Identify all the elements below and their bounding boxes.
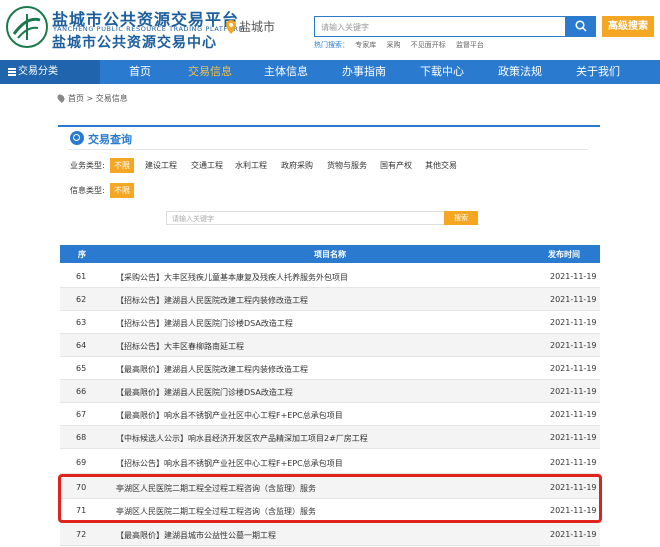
nav-item-about[interactable]: 关于我们: [566, 60, 630, 84]
hot-search-link[interactable]: 监督平台: [456, 41, 484, 49]
site-logo[interactable]: [6, 6, 48, 48]
row-number: 72: [76, 530, 87, 539]
row-date: 2021-11-19: [550, 295, 597, 304]
row-title-link[interactable]: 【中标候选人公示】响水县经济开发区农产品精深加工项目2#厂房工程: [116, 433, 368, 444]
advanced-search-button[interactable]: 高级搜索: [602, 16, 654, 37]
category-menu-button[interactable]: 交易分类: [0, 60, 100, 84]
hot-search-link[interactable]: 专家库: [355, 41, 376, 49]
business-type-option-any[interactable]: 不限: [110, 158, 134, 173]
menu-icon: [8, 68, 16, 76]
main-nav: 交易分类 首页 交易信息 主体信息 办事指南 下载中心 政策法规 关于我们: [0, 60, 660, 84]
keyword-search-button[interactable]: 搜索: [444, 211, 478, 225]
business-type-label: 业务类型:: [70, 161, 105, 170]
table-row[interactable]: 65 【最高限价】建湖县人民医院改建工程内装修改造工程 2021-11-19: [60, 357, 600, 380]
nav-item-policies[interactable]: 政策法规: [488, 60, 552, 84]
table-row[interactable]: 61 【采购公告】大丰区残疾儿童基本康复及残疾人托养服务外包项目 2021-11…: [60, 265, 600, 288]
row-date: 2021-11-19: [550, 364, 597, 373]
info-type-label: 信息类型:: [70, 186, 105, 195]
table-row[interactable]: 72 【最高限价】建湖县城市公益性公墓一期工程 2021-11-19: [60, 523, 600, 546]
header-search-button[interactable]: [566, 16, 596, 37]
row-number: 63: [76, 318, 87, 327]
header-search-input[interactable]: 请输入关键字: [314, 16, 566, 37]
row-date: 2021-11-19: [550, 410, 597, 419]
row-title-link[interactable]: 【采购公告】大丰区残疾儿童基本康复及残疾人托养服务外包项目: [116, 272, 348, 283]
row-number: 69: [76, 458, 87, 467]
breadcrumb-text[interactable]: 首页 > 交易信息: [68, 94, 128, 103]
row-number: 67: [76, 410, 87, 419]
breadcrumb: 首页 > 交易信息: [56, 93, 128, 104]
table-row[interactable]: 63 【招标公告】建湖县人民医院门诊楼DSA改造工程 2021-11-19: [60, 311, 600, 334]
row-number: 61: [76, 272, 87, 281]
nav-item-trading-info[interactable]: 交易信息: [178, 60, 242, 84]
row-number: 64: [76, 341, 87, 350]
location-pin-icon: [226, 20, 236, 34]
hot-search-link[interactable]: 不见面开标: [411, 41, 446, 49]
row-title-link[interactable]: 【招标公告】响水县不锈钢产业社区中心工程F+EPC总承包项目: [116, 458, 343, 469]
business-type-option[interactable]: 其他交易: [425, 160, 457, 171]
keyword-input[interactable]: 请输入关键字: [166, 211, 448, 225]
row-date: 2021-11-19: [550, 318, 597, 327]
hot-search-bar: 热门搜索： 专家库 采购 不见面开标 监督平台: [314, 40, 492, 50]
hot-search-label: 热门搜索：: [314, 41, 349, 49]
table-header: 序 项目名称 发布时间: [60, 245, 600, 263]
business-type-option[interactable]: 政府采购: [281, 160, 313, 171]
nav-item-entity-info[interactable]: 主体信息: [254, 60, 318, 84]
category-menu-label: 交易分类: [18, 66, 58, 77]
search-icon: [575, 20, 587, 32]
nav-item-service-guide[interactable]: 办事指南: [332, 60, 396, 84]
row-number: 66: [76, 387, 87, 396]
row-date: 2021-11-19: [550, 433, 597, 442]
business-type-option[interactable]: 水利工程: [235, 160, 267, 171]
row-title-link[interactable]: 【最高限价】建湖县城市公益性公墓一期工程: [116, 530, 276, 541]
row-number: 65: [76, 364, 87, 373]
business-type-option[interactable]: 交通工程: [191, 160, 223, 171]
site-header: 盐城市公共资源交易平台 YANCHENG PUBLIC RESOURCE TRA…: [0, 0, 660, 60]
query-title: 交易查询: [88, 133, 132, 146]
divider: [68, 149, 588, 150]
business-type-option[interactable]: 货物与服务: [327, 160, 367, 171]
logo-emblem-icon: [12, 14, 41, 40]
row-date: 2021-11-19: [550, 458, 597, 467]
row-date: 2021-11-19: [550, 530, 597, 539]
highlight-box: [58, 474, 602, 523]
row-number: 68: [76, 433, 87, 442]
table-row[interactable]: 69 【招标公告】响水县不锈钢产业社区中心工程F+EPC总承包项目 2021-1…: [60, 451, 600, 474]
location-selector[interactable]: 盐城市: [239, 18, 275, 35]
column-header-date: 发布时间: [548, 250, 580, 259]
business-type-option[interactable]: 建设工程: [145, 160, 177, 171]
magnifier-icon: [70, 131, 84, 145]
row-date: 2021-11-19: [550, 272, 597, 281]
info-type-option-any[interactable]: 不限: [110, 183, 134, 198]
column-header-no: 序: [78, 250, 86, 259]
table-row[interactable]: 67 【最高限价】响水县不锈钢产业社区中心工程F+EPC总承包项目 2021-1…: [60, 403, 600, 426]
table-row[interactable]: 64 【招标公告】大丰区春柳路南延工程 2021-11-19: [60, 334, 600, 357]
nav-item-home[interactable]: 首页: [108, 60, 172, 84]
location-icon: [56, 93, 66, 103]
nav-item-downloads[interactable]: 下载中心: [410, 60, 474, 84]
table-row[interactable]: 68 【中标候选人公示】响水县经济开发区农产品精深加工项目2#厂房工程 2021…: [60, 426, 600, 449]
row-title-link[interactable]: 【招标公告】大丰区春柳路南延工程: [116, 341, 244, 352]
brand-subtitle: 盐城市公共资源交易中心: [52, 35, 217, 51]
table-row[interactable]: 62 【招标公告】建湖县人民医院改建工程内装修改造工程 2021-11-19: [60, 288, 600, 311]
row-title-link[interactable]: 【招标公告】建湖县人民医院改建工程内装修改造工程: [116, 295, 308, 306]
hot-search-link[interactable]: 采购: [386, 41, 400, 49]
row-title-link[interactable]: 【最高限价】建湖县人民医院门诊楼DSA改造工程: [116, 387, 293, 398]
column-header-name: 项目名称: [314, 250, 346, 259]
row-title-link[interactable]: 【最高限价】建湖县人民医院改建工程内装修改造工程: [116, 364, 308, 375]
row-date: 2021-11-19: [550, 341, 597, 350]
row-number: 62: [76, 295, 87, 304]
row-title-link[interactable]: 【最高限价】响水县不锈钢产业社区中心工程F+EPC总承包项目: [116, 410, 343, 421]
row-title-link[interactable]: 【招标公告】建湖县人民医院门诊楼DSA改造工程: [116, 318, 293, 329]
row-date: 2021-11-19: [550, 387, 597, 396]
business-type-option[interactable]: 国有产权: [380, 160, 412, 171]
table-row[interactable]: 66 【最高限价】建湖县人民医院门诊楼DSA改造工程 2021-11-19: [60, 380, 600, 403]
